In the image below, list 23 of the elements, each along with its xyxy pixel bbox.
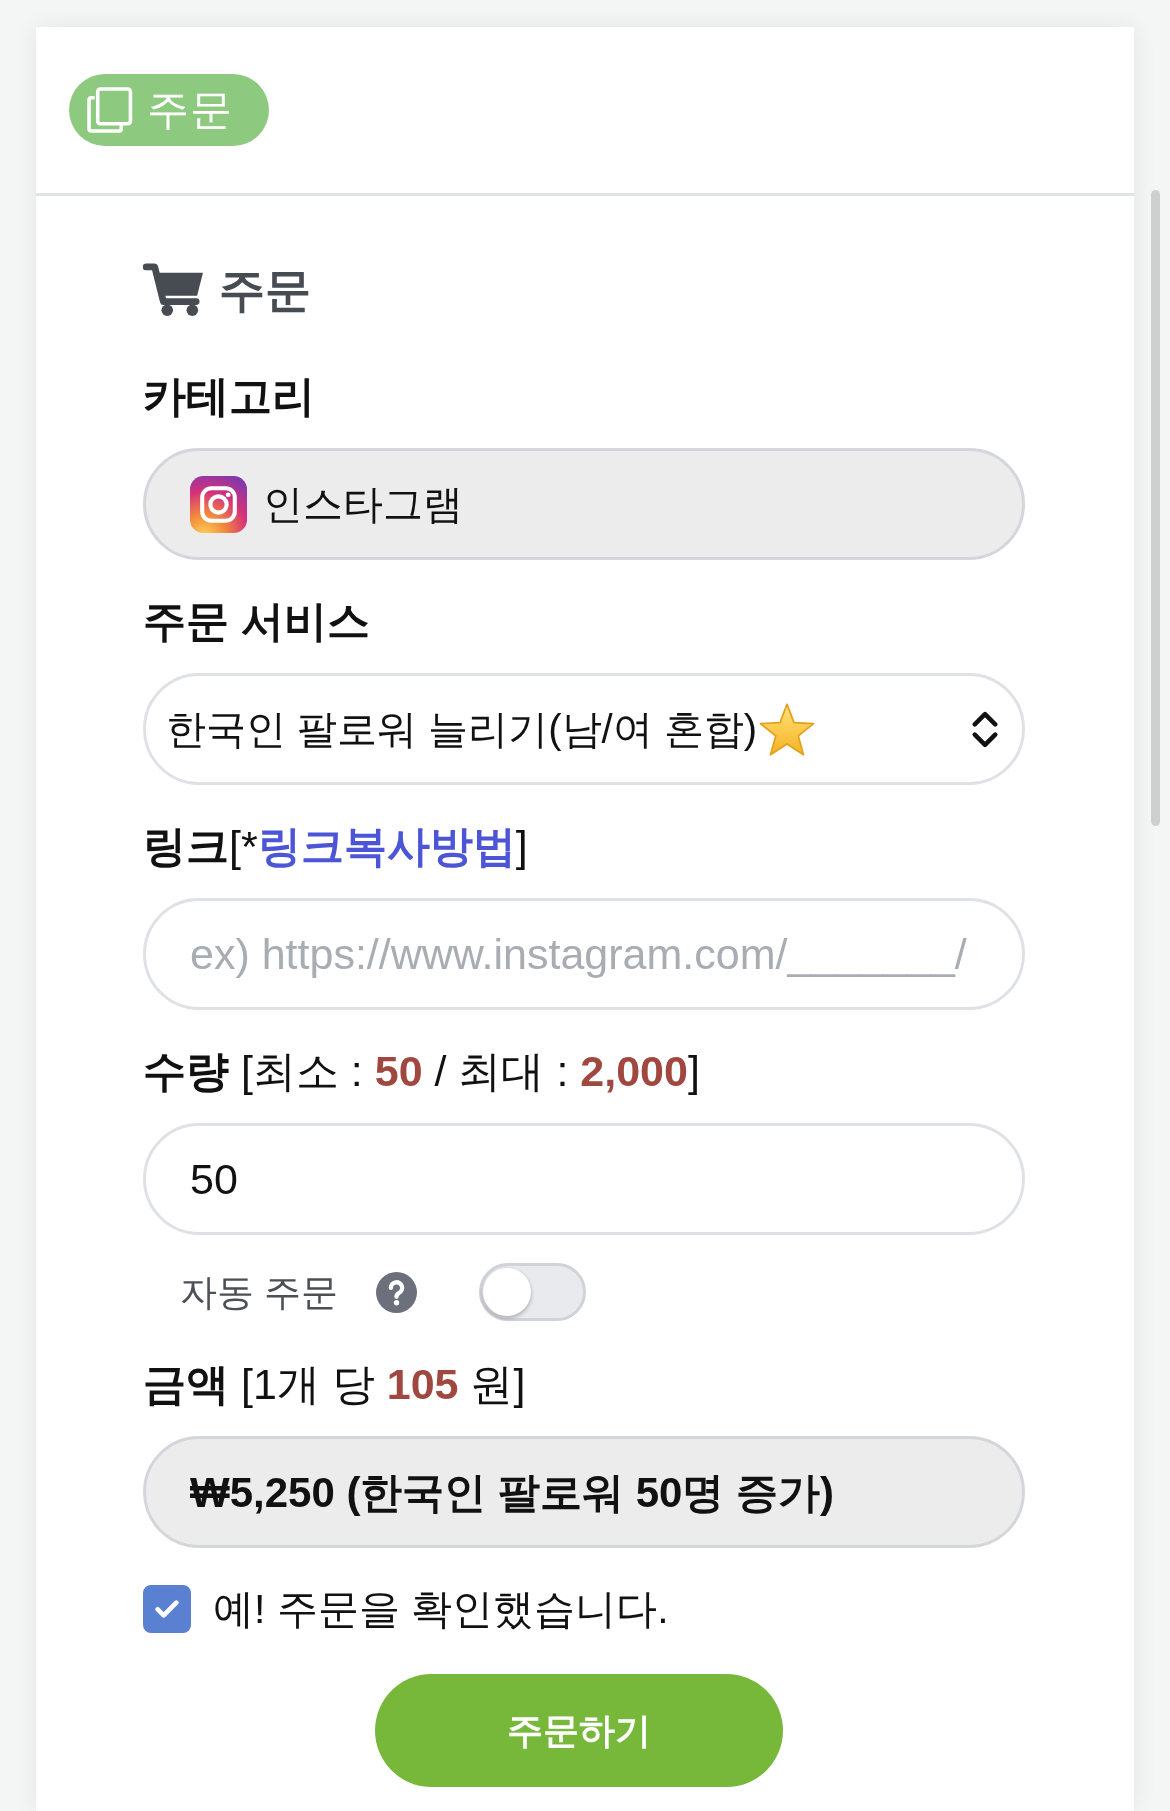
total-amount-field: ₩5,250 (한국인 팔로워 50명 증가)	[143, 1436, 1025, 1548]
link-input[interactable]: ex) https://www.instagram.com/_______/	[143, 898, 1025, 1010]
category-label: 카테고리	[143, 371, 316, 422]
quantity-label: 수량 [최소 : 50 / 최대 : 2,000]	[143, 1046, 701, 1097]
auto-order-toggle[interactable]	[479, 1263, 587, 1321]
quantity-input[interactable]: 50	[143, 1123, 1025, 1235]
camera-app-icon	[190, 475, 247, 533]
category-select[interactable]: 인스타그램	[143, 448, 1025, 560]
link-label: 링크[*링크복사방법]	[143, 821, 529, 872]
check-icon	[155, 1600, 179, 1618]
scrollbar-thumb[interactable]	[1151, 190, 1160, 826]
link-copy-guide-link[interactable]: 링크복사방법	[257, 822, 516, 870]
confirm-checkbox[interactable]	[143, 1585, 191, 1633]
price-label: 금액 [1개 당 105 원]	[143, 1359, 527, 1410]
cart-icon	[143, 263, 205, 317]
confirm-label: 예! 주문을 확인했습니다.	[213, 1588, 669, 1630]
service-label: 주문 서비스	[143, 596, 371, 647]
chevron-updown-icon	[972, 710, 998, 748]
auto-order-label: 자동 주문	[180, 1273, 339, 1311]
service-select[interactable]: 한국인 팔로워 늘리기(남/여 혼합)	[143, 673, 1025, 785]
section-title: 주문	[219, 263, 311, 318]
copy-icon	[87, 87, 133, 133]
help-icon[interactable]	[376, 1271, 418, 1313]
